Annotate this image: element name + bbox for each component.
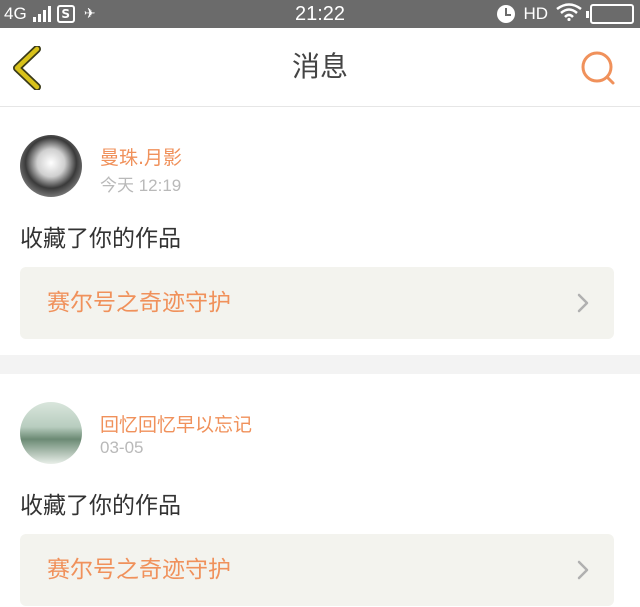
page-title: 消息: [291, 50, 348, 83]
message-time: 今天 12:19: [100, 176, 182, 195]
chevron-right-icon: [577, 560, 589, 580]
nav-bar: 消息: [0, 28, 640, 107]
divider: [0, 355, 640, 374]
work-title: 赛尔号之奇迹守护: [47, 290, 231, 316]
username[interactable]: 回忆回忆早以忘记: [100, 410, 252, 437]
battery-icon: [586, 4, 634, 24]
action-text: 收藏了你的作品: [20, 226, 181, 252]
avatar[interactable]: [20, 135, 82, 197]
search-button[interactable]: [580, 50, 616, 86]
message-card: 曼珠.月影 今天 12:19 收藏了你的作品 赛尔号之奇迹守护: [0, 107, 640, 355]
status-bar: 4G S ✈ 21:22 HD: [0, 0, 640, 28]
status-right: HD: [497, 0, 634, 28]
work-title: 赛尔号之奇迹守护: [47, 557, 231, 583]
username[interactable]: 曼珠.月影: [100, 143, 182, 170]
wifi-icon: [556, 3, 582, 25]
chevron-right-icon: [577, 293, 589, 313]
work-link[interactable]: 赛尔号之奇迹守护: [20, 267, 614, 339]
message-list: 曼珠.月影 今天 12:19 收藏了你的作品 赛尔号之奇迹守护 回忆回忆早以忘记…: [0, 107, 640, 607]
work-link[interactable]: 赛尔号之奇迹守护: [20, 534, 614, 606]
alarm-icon: [497, 5, 516, 23]
message-card: 回忆回忆早以忘记 03-05 收藏了你的作品 赛尔号之奇迹守护: [0, 374, 640, 607]
search-icon: [581, 51, 615, 85]
hd-label: HD: [523, 4, 548, 23]
action-text: 收藏了你的作品: [20, 493, 181, 519]
message-time: 03-05: [100, 438, 144, 457]
avatar[interactable]: [20, 402, 82, 464]
